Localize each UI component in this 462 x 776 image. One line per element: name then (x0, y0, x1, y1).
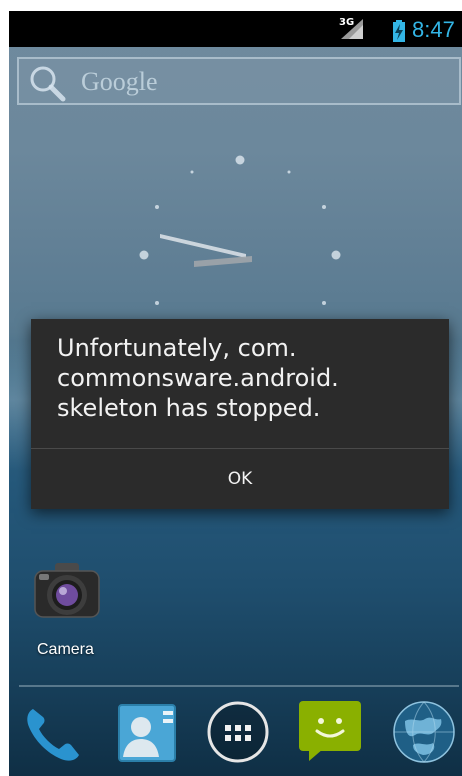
search-widget-label: Google (81, 67, 158, 96)
contacts-icon[interactable] (113, 699, 179, 765)
phone-icon[interactable] (21, 699, 87, 765)
status-bar: 3G 8:47 (9, 11, 462, 47)
crash-dialog: Unfortunately, com. commonsware.android.… (31, 319, 449, 509)
home-screen: 3G 8:47 Google Unfortunately, com. commo… (9, 11, 462, 776)
dialog-message-text: Unfortunately, com. commonsware.android.… (57, 334, 339, 422)
battery-charging-icon (393, 20, 405, 42)
dialog-message: Unfortunately, com. commonsware.android.… (57, 333, 427, 423)
dock-divider (19, 685, 459, 687)
ok-button[interactable]: OK (31, 449, 449, 509)
network-type-label: 3G (339, 17, 355, 28)
camera-icon[interactable] (33, 559, 101, 623)
camera-shortcut-label[interactable]: Camera (37, 641, 94, 659)
status-clock: 8:47 (412, 17, 455, 42)
browser-globe-icon[interactable] (391, 699, 457, 765)
messaging-icon[interactable] (297, 699, 363, 765)
google-search-widget[interactable]: Google (17, 57, 461, 105)
app-drawer-icon[interactable] (205, 699, 271, 765)
search-icon (30, 66, 66, 102)
